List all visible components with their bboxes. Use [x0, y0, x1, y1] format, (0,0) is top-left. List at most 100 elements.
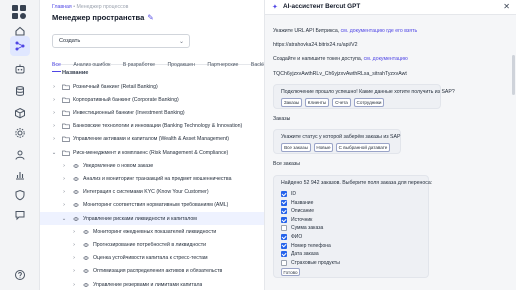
connect-card: Подключение прошло успешно! Какие данные… — [273, 84, 455, 109]
chat-icon[interactable] — [13, 208, 27, 222]
space-select[interactable]: Создать ⌄ — [52, 34, 190, 48]
checkbox[interactable] — [281, 191, 287, 197]
checkbox[interactable] — [281, 234, 287, 240]
option-orders-button[interactable]: Заказы — [281, 98, 302, 107]
analytics-icon[interactable] — [13, 168, 27, 182]
help-icon[interactable] — [13, 268, 27, 282]
processes-icon[interactable] — [10, 36, 30, 56]
field-checkbox-label: Номер телефона — [291, 242, 331, 249]
tree-row-label: Анализ и мониторинг транзакций на предме… — [83, 175, 232, 182]
chevron-right-icon[interactable]: › — [70, 242, 78, 248]
url-prompt-text: Укажите URL API Битрикса, — [273, 28, 340, 34]
field-checkbox-row[interactable]: Дата заказа — [281, 251, 319, 258]
field-checkbox-row[interactable]: Страховые продукты — [281, 259, 340, 266]
tab-in-development[interactable]: В разработке — [123, 62, 155, 71]
users-icon[interactable] — [13, 148, 27, 162]
tree-row[interactable]: › Корпоративный банкинг (Corporate Bankin… — [40, 93, 264, 106]
checkbox[interactable] — [281, 225, 287, 232]
chevron-right-icon[interactable]: › — [50, 136, 58, 142]
package-icon[interactable] — [13, 106, 27, 120]
url-docs-link[interactable]: см. документацию где его взять — [341, 28, 418, 34]
status-question: Укажите статус у которой заберём заказы … — [281, 134, 401, 140]
process-icon — [83, 243, 89, 247]
field-checkbox-row[interactable]: Название — [281, 199, 313, 206]
submit-button[interactable]: Готово — [281, 268, 300, 276]
tree-row[interactable]: › Уведомление о новом заказе — [40, 159, 264, 172]
settings-icon[interactable] — [13, 126, 27, 140]
chevron-right-icon[interactable]: › — [50, 110, 58, 116]
chevron-right-icon[interactable]: › — [60, 176, 68, 182]
tree-row[interactable]: ⌄ Управление рисками ликвидности и капита… — [40, 212, 264, 225]
checkbox[interactable] — [281, 199, 287, 206]
chevron-right-icon[interactable]: › — [50, 84, 58, 90]
tab-partners[interactable]: Партнерские — [207, 62, 238, 71]
status-all-button[interactable]: Все заказы — [281, 143, 311, 152]
tree-row[interactable]: › Инвестиционный банкинг (Investment Bank… — [40, 106, 264, 119]
token-prompt: Создайте и напишите токен доступа, см. д… — [273, 56, 408, 62]
breadcrumb: Главная • Менеджер процессов — [52, 4, 128, 10]
tree-row[interactable]: › Оценка устойчивости капитала к стресс-т… — [40, 252, 264, 265]
database-icon[interactable] — [13, 84, 27, 98]
tree-row[interactable]: › Интеграция с системами KYC (Know Your C… — [40, 186, 264, 199]
folder-icon — [62, 84, 70, 90]
tree-row[interactable]: › Мониторинг соответствия нормативным тре… — [40, 199, 264, 212]
chevron-down-icon[interactable]: ⌄ — [60, 216, 68, 222]
status-card: Укажите статус у которой заберём заказы … — [273, 129, 401, 154]
chevron-right-icon[interactable]: › — [50, 123, 58, 129]
token-docs-link[interactable]: см. документацию — [364, 56, 408, 62]
tree-row[interactable]: › Анализ и мониторинг транзакций на предм… — [40, 172, 264, 185]
status-new-button[interactable]: Новые — [314, 143, 333, 152]
tree-row[interactable]: › Управление активами и капиталом (Wealth… — [40, 133, 264, 146]
field-checkbox-row[interactable]: ФИО — [281, 234, 302, 240]
field-checkbox-row[interactable]: Источник — [281, 216, 312, 223]
field-checkbox-row[interactable]: Описание — [281, 208, 314, 215]
status-date-button[interactable]: С выбранной датавате — [336, 143, 390, 152]
checkbox[interactable] — [281, 216, 287, 223]
chevron-right-icon[interactable]: › — [60, 202, 68, 208]
fields-card: Найдено 52 942 заказов. Выберите поля за… — [273, 175, 432, 278]
tree-row[interactable]: › Управление резервами и лимитами капитал… — [40, 278, 264, 290]
tree-row[interactable]: › Прогнозирование потребностей в ликвидно… — [40, 238, 264, 251]
chevron-right-icon[interactable]: › — [60, 163, 68, 169]
close-icon[interactable]: ✕ — [503, 2, 510, 11]
tab-backlog[interactable]: Backlog — [251, 62, 264, 71]
panel-scrollbar[interactable] — [512, 55, 515, 95]
tab-production[interactable]: Продакшен — [167, 62, 194, 71]
edit-title-icon[interactable]: ✎ — [147, 13, 153, 22]
option-invoices-button[interactable]: Счета — [332, 98, 351, 107]
field-checkbox-row[interactable]: Сумма заказа — [281, 225, 323, 232]
bot-icon[interactable] — [13, 62, 27, 76]
field-checkbox-row[interactable]: Номер телефона — [281, 242, 331, 249]
chevron-right-icon[interactable]: › — [70, 255, 78, 261]
chevron-right-icon[interactable]: › — [50, 97, 58, 103]
chevron-right-icon[interactable]: › — [70, 268, 78, 274]
chevron-right-icon[interactable]: › — [70, 229, 78, 235]
shield-icon[interactable] — [13, 188, 27, 202]
process-icon — [83, 256, 89, 260]
app-logo-icon[interactable] — [10, 4, 30, 20]
checkbox[interactable] — [281, 251, 287, 258]
tree-row[interactable]: › Розничный банкинг (Retail Banking) — [40, 80, 264, 93]
process-icon — [83, 269, 89, 274]
column-header-name[interactable]: Название — [62, 70, 88, 76]
tree-row[interactable]: › Банковские технологии и инновации (Bank… — [40, 120, 264, 133]
checkbox[interactable] — [281, 259, 287, 266]
tree-row[interactable]: ⌄ Риск-менеджмент и комплаенс (Risk Manag… — [40, 146, 264, 159]
field-checkbox-row[interactable]: ID — [281, 191, 296, 197]
checkbox[interactable] — [281, 242, 287, 249]
tree-row-label: Банковские технологии и инновации (Banki… — [73, 123, 243, 130]
option-clients-button[interactable]: Клиенты — [305, 98, 329, 107]
checkbox[interactable] — [281, 208, 287, 215]
tree-row[interactable]: › Оптимизация распределения активов и обя… — [40, 265, 264, 278]
breadcrumb-separator: • — [73, 4, 76, 10]
chevron-right-icon[interactable]: › — [60, 189, 68, 195]
tab-all[interactable]: Все — [52, 62, 61, 72]
field-checkbox-label: ФИО — [291, 234, 303, 240]
breadcrumb-home[interactable]: Главная — [52, 4, 72, 10]
tree-row[interactable]: › Мониторинг ежедневных показателей ликви… — [40, 225, 264, 238]
process-icon — [83, 229, 89, 234]
chevron-down-icon[interactable]: ⌄ — [50, 150, 58, 156]
chevron-right-icon[interactable]: › — [70, 282, 78, 288]
tree-row-label: Уведомление о новом заказе — [83, 162, 154, 169]
option-employees-button[interactable]: Сотрудники — [354, 98, 384, 107]
